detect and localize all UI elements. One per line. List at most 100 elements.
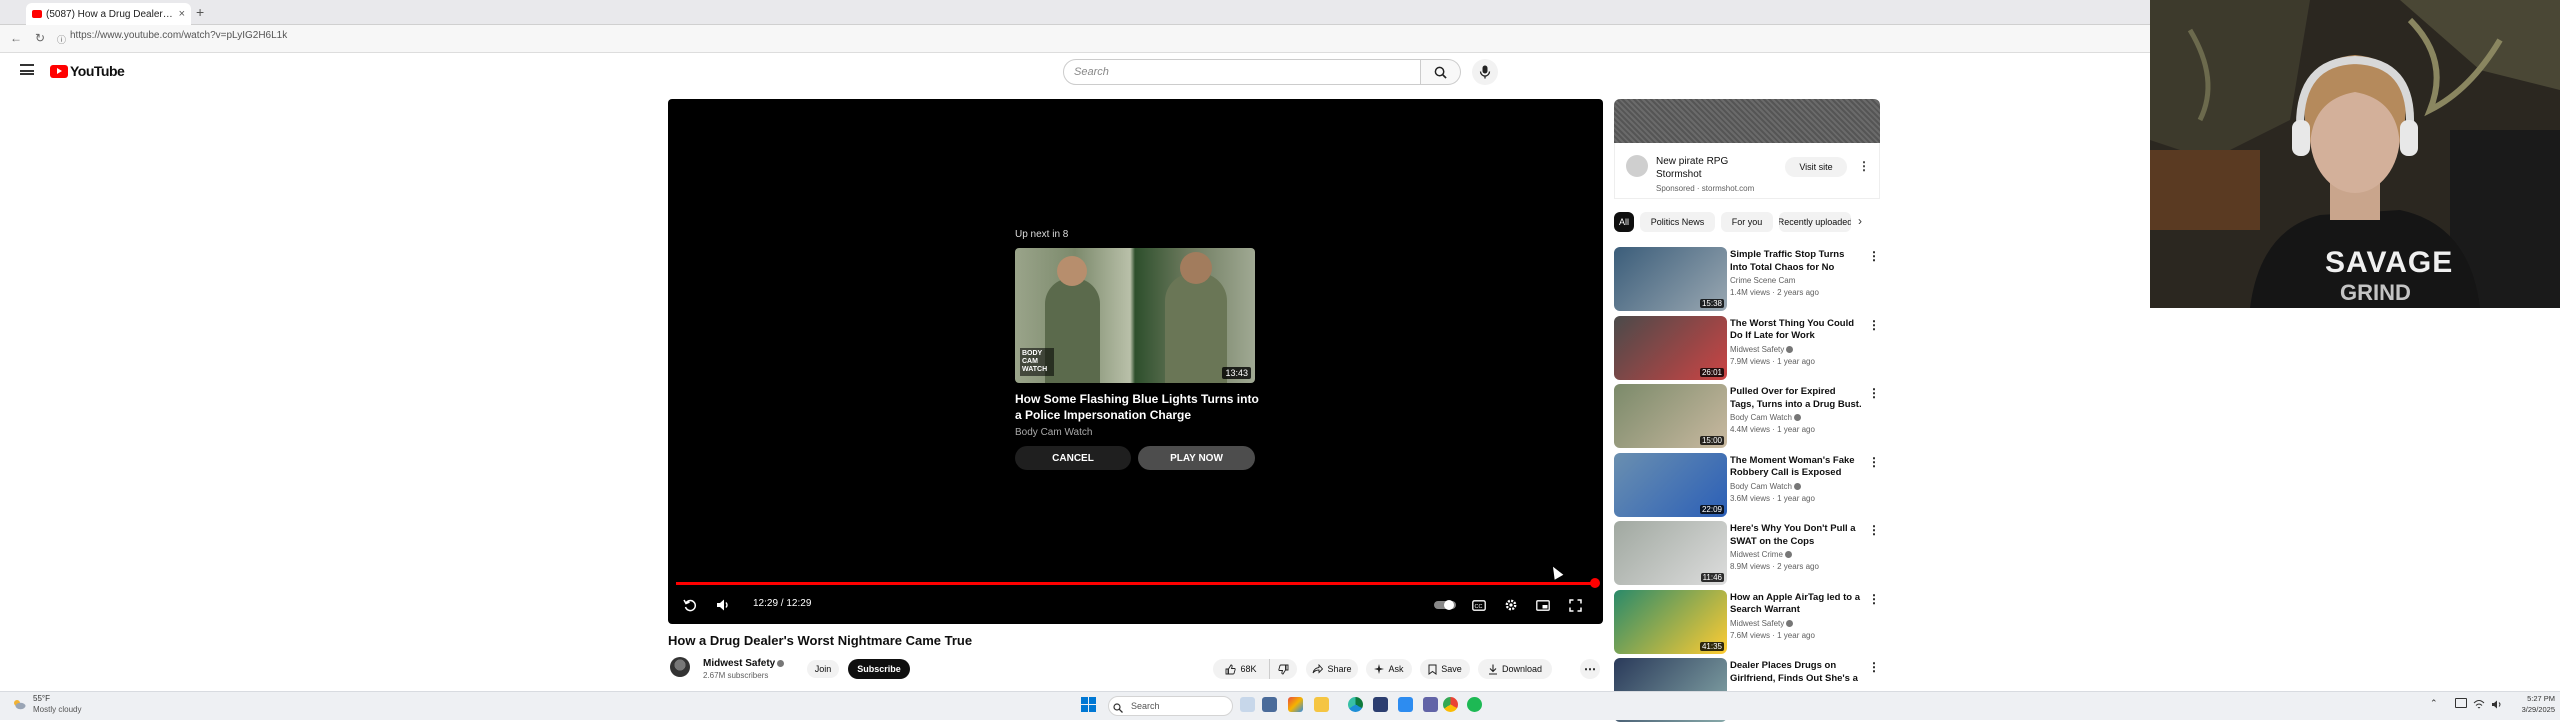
recommended-video-title[interactable]: Pulled Over for Expired Tags, Turns into…	[1730, 386, 1862, 411]
upnext-title[interactable]: How Some Flashing Blue Lights Turns into…	[1015, 391, 1265, 423]
video-thumbnail[interactable]: 22:09	[1614, 452, 1727, 517]
more-actions-button[interactable]: ⋯	[1580, 659, 1600, 679]
site-info-icon[interactable]: ⓘ	[57, 33, 66, 46]
task-view-icon[interactable]	[1240, 697, 1255, 712]
back-icon[interactable]: ←	[10, 31, 22, 45]
search-input[interactable]: Search	[1063, 59, 1421, 85]
channel-name[interactable]: Midwest Safety	[703, 658, 785, 669]
recommended-channel[interactable]: Midwest Safety	[1730, 619, 1794, 628]
edge-browser-icon[interactable]	[1348, 697, 1363, 712]
autoplay-toggle[interactable]	[1433, 595, 1457, 615]
recommended-video-title[interactable]: How an Apple AirTag led to a Search Warr…	[1730, 592, 1862, 617]
widgets-icon[interactable]	[1262, 697, 1277, 712]
ad-banner-image[interactable]	[1614, 99, 1880, 143]
channel-avatar[interactable]	[670, 657, 690, 677]
display-icon[interactable]	[2455, 698, 2467, 708]
recommended-channel[interactable]: Midwest Safety	[1730, 344, 1794, 354]
recommended-video[interactable]: 11:46 Here's Why You Don't Pull a SWAT on…	[1614, 521, 1894, 585]
recommended-video-title[interactable]: The Worst Thing You Could Do If Late for…	[1730, 318, 1862, 343]
more-vertical-icon[interactable]: ⋮	[1868, 455, 1880, 469]
video-thumbnail[interactable]: 15:38	[1614, 247, 1727, 311]
ask-button[interactable]: Ask	[1366, 659, 1412, 679]
fullscreen-button[interactable]	[1565, 595, 1585, 615]
chevron-right-icon[interactable]: ›	[1858, 214, 1862, 228]
video-thumbnail[interactable]: 11:46	[1614, 521, 1727, 585]
chip-for-you[interactable]: For you	[1721, 212, 1773, 232]
more-vertical-icon[interactable]: ⋮	[1868, 592, 1880, 606]
share-button[interactable]: Share	[1306, 659, 1358, 679]
settings-button[interactable]	[1501, 595, 1521, 615]
windows-taskbar	[0, 691, 2560, 720]
replay-button[interactable]	[680, 595, 700, 615]
recommended-video-title[interactable]: The Moment Woman's Fake Robbery Call is …	[1730, 455, 1862, 480]
app-icon[interactable]	[1398, 697, 1413, 712]
video-thumbnail[interactable]: 26:01	[1614, 315, 1727, 380]
youtube-logo[interactable]: YouTube	[50, 63, 125, 79]
chip-politics-news[interactable]: Politics News	[1640, 212, 1715, 232]
more-vertical-icon[interactable]: ⋮	[1868, 386, 1880, 400]
video-thumbnail[interactable]: 15:00	[1614, 384, 1727, 448]
recommended-channel[interactable]: Body Cam Watch	[1730, 482, 1801, 491]
chip-recently-uploaded[interactable]: Recently uploaded	[1779, 212, 1851, 232]
recommended-video[interactable]: 15:00 Pulled Over for Expired Tags, Turns…	[1614, 384, 1894, 448]
visit-site-button[interactable]: Visit site	[1785, 157, 1847, 177]
close-tab-icon[interactable]: ×	[179, 8, 185, 20]
progress-bar[interactable]	[676, 582, 1596, 585]
download-button[interactable]: Download	[1478, 659, 1552, 679]
captions-button[interactable]: CC	[1469, 595, 1489, 615]
new-tab-icon[interactable]: +	[196, 4, 204, 20]
upnext-channel: Body Cam Watch	[1015, 427, 1093, 438]
recommended-video-title[interactable]: Here's Why You Don't Pull a SWAT on the …	[1730, 523, 1862, 548]
url-field[interactable]: https://www.youtube.com/watch?v=pLyIG2H6…	[70, 30, 287, 41]
network-icon[interactable]	[2473, 697, 2485, 715]
browser-tab-youtube[interactable]: (5087) How a Drug Dealer's W ×	[26, 3, 191, 25]
volume-button[interactable]	[713, 595, 733, 615]
recommended-channel[interactable]: Midwest Crime	[1730, 550, 1792, 559]
file-explorer-icon[interactable]	[1314, 697, 1329, 712]
scrubber-handle[interactable]	[1590, 578, 1600, 588]
recommended-video[interactable]: 15:38 Simple Traffic Stop Turns Into Tota…	[1614, 247, 1894, 311]
recommended-video-title[interactable]: Dealer Places Drugs on Girlfriend, Finds…	[1730, 660, 1862, 685]
store-icon[interactable]	[1373, 697, 1388, 712]
recommended-video[interactable]: 26:01 The Worst Thing You Could Do If Lat…	[1614, 315, 1894, 380]
search-button[interactable]	[1421, 59, 1461, 85]
ad-title[interactable]: New pirate RPG Stormshot	[1656, 155, 1771, 181]
app-icon[interactable]	[1288, 697, 1303, 712]
weather-icon[interactable]	[12, 697, 26, 710]
join-button[interactable]: Join	[807, 660, 839, 678]
recommended-video[interactable]: 41:35 How an Apple AirTag led to a Search…	[1614, 589, 1894, 654]
voice-search-button[interactable]	[1472, 59, 1498, 85]
reload-icon[interactable]: ↻	[35, 31, 45, 45]
teams-icon[interactable]	[1423, 697, 1438, 712]
ad-menu-icon[interactable]: ⋮	[1858, 160, 1870, 172]
spotify-icon[interactable]	[1467, 697, 1482, 712]
dislike-button[interactable]	[1269, 659, 1297, 679]
recommended-channel-name: Body Cam Watch	[1730, 413, 1792, 422]
subscribe-button[interactable]: Subscribe	[848, 659, 910, 679]
play-now-button[interactable]: PLAY NOW	[1138, 446, 1255, 470]
miniplayer-button[interactable]	[1533, 595, 1553, 615]
more-vertical-icon[interactable]: ⋮	[1868, 249, 1880, 263]
speaker-icon[interactable]	[2491, 697, 2503, 715]
menu-icon[interactable]	[20, 64, 34, 75]
recommended-video-title[interactable]: Simple Traffic Stop Turns Into Total Cha…	[1730, 249, 1862, 274]
taskbar-search[interactable]: Search	[1108, 696, 1233, 716]
windows-start-icon[interactable]	[1081, 697, 1096, 717]
video-thumbnail[interactable]: 41:35	[1614, 589, 1727, 654]
weather-temperature[interactable]: 55°F	[33, 694, 50, 703]
recommended-video[interactable]: 22:09 The Moment Woman's Fake Robbery Cal…	[1614, 452, 1894, 517]
chrome-icon[interactable]	[1443, 697, 1458, 712]
cancel-autoplay-button[interactable]: CANCEL	[1015, 446, 1131, 470]
clock-time[interactable]: 5:27 PM	[2522, 694, 2555, 703]
recommended-channel[interactable]: Body Cam Watch	[1730, 413, 1801, 422]
recommended-channel-name: Midwest Safety	[1730, 344, 1785, 354]
save-button[interactable]: Save	[1420, 659, 1470, 679]
chevron-up-icon[interactable]: ⌃	[2430, 698, 2438, 709]
more-vertical-icon[interactable]: ⋮	[1868, 523, 1880, 537]
upnext-thumbnail[interactable]: BODY CAM WATCH 13:43	[1015, 248, 1255, 383]
recommended-channel[interactable]: Crime Scene Cam	[1730, 276, 1795, 285]
chip-all[interactable]: All	[1614, 212, 1634, 232]
more-vertical-icon[interactable]: ⋮	[1868, 660, 1880, 674]
more-vertical-icon[interactable]: ⋮	[1868, 318, 1880, 332]
like-button[interactable]: 68K	[1213, 659, 1269, 679]
